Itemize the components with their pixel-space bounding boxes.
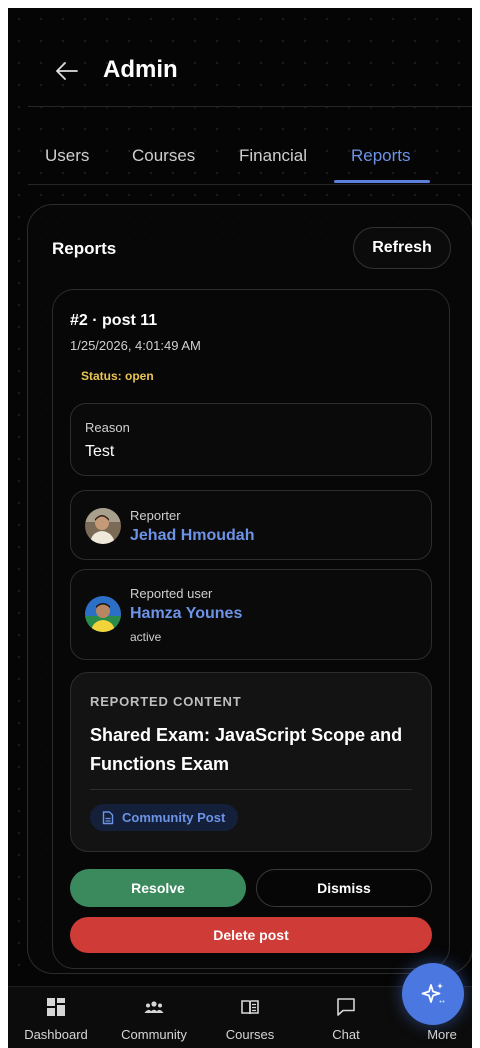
reported-content-box: REPORTED CONTENT Shared Exam: JavaScript… bbox=[70, 672, 432, 852]
sparkle-icon bbox=[421, 983, 445, 1003]
resolve-button[interactable]: Resolve bbox=[70, 869, 246, 907]
tab-users[interactable]: Users bbox=[45, 146, 89, 166]
content-divider bbox=[90, 789, 412, 790]
document-icon bbox=[102, 810, 114, 824]
app-screen: Admin Users Courses Financial Reports Re… bbox=[8, 8, 472, 1048]
tab-financial[interactable]: Financial bbox=[239, 146, 307, 166]
nav-more-label: More bbox=[427, 1027, 457, 1042]
report-date: 1/25/2026, 4:01:49 AM bbox=[70, 338, 201, 353]
nav-courses[interactable]: Courses bbox=[204, 987, 296, 1048]
reason-label: Reason bbox=[85, 420, 130, 435]
reason-value: Test bbox=[85, 443, 115, 460]
dashboard-icon bbox=[47, 998, 65, 1016]
active-tab-indicator bbox=[334, 180, 430, 183]
nav-chat[interactable]: Chat bbox=[300, 987, 392, 1048]
content-type-chip[interactable]: Community Post bbox=[90, 804, 239, 831]
reporter-box: Reporter Jehad Hmoudah bbox=[70, 490, 432, 560]
book-icon bbox=[241, 1000, 259, 1015]
nav-courses-label: Courses bbox=[225, 1027, 275, 1042]
nav-community[interactable]: Community bbox=[108, 987, 200, 1048]
header: Admin bbox=[8, 8, 472, 108]
chat-icon bbox=[337, 998, 355, 1016]
page-title: Admin bbox=[103, 56, 178, 83]
report-card: #2 · post 11 1/25/2026, 4:01:49 AM Statu… bbox=[52, 289, 450, 969]
tab-reports[interactable]: Reports bbox=[351, 146, 411, 166]
status-badge: Status: open bbox=[81, 369, 154, 383]
reported-content-title: Shared Exam: JavaScript Scope and Functi… bbox=[90, 725, 403, 774]
nav-dashboard[interactable]: Dashboard bbox=[10, 987, 102, 1048]
reporter-label: Reporter bbox=[130, 508, 181, 523]
reported-user-box: Reported user Hamza Younes active bbox=[70, 569, 432, 660]
reported-user-avatar[interactable] bbox=[85, 596, 121, 632]
tabs-divider bbox=[28, 184, 472, 185]
tab-bar: Users Courses Financial Reports bbox=[28, 128, 472, 184]
back-button[interactable] bbox=[52, 56, 82, 86]
nav-chat-label: Chat bbox=[332, 1027, 360, 1042]
refresh-button[interactable]: Refresh bbox=[353, 227, 451, 269]
reported-user-label: Reported user bbox=[130, 586, 213, 601]
dismiss-button[interactable]: Dismiss bbox=[256, 869, 432, 907]
report-id: #2 · post 11 bbox=[70, 312, 158, 329]
reporter-avatar[interactable] bbox=[85, 508, 121, 544]
reports-title: Reports bbox=[52, 239, 117, 258]
reports-panel: Reports Refresh #2 · post 11 1/25/2026, … bbox=[27, 204, 472, 974]
reported-user-name-link[interactable]: Hamza Younes bbox=[130, 605, 242, 623]
nav-community-label: Community bbox=[121, 1027, 187, 1042]
header-divider bbox=[28, 106, 472, 107]
reported-content-label: REPORTED CONTENT bbox=[90, 694, 242, 709]
tab-courses[interactable]: Courses bbox=[132, 146, 195, 166]
community-icon bbox=[144, 1001, 164, 1013]
delete-post-button[interactable]: Delete post bbox=[70, 917, 432, 953]
ai-assistant-button[interactable] bbox=[402, 963, 464, 1025]
nav-dashboard-label: Dashboard bbox=[24, 1027, 88, 1042]
reported-user-status: active bbox=[130, 630, 162, 644]
reason-box: Reason Test bbox=[70, 403, 432, 476]
back-arrow-icon bbox=[56, 62, 78, 80]
content-type-label: Community Post bbox=[122, 810, 226, 825]
reporter-name-link[interactable]: Jehad Hmoudah bbox=[130, 527, 254, 545]
